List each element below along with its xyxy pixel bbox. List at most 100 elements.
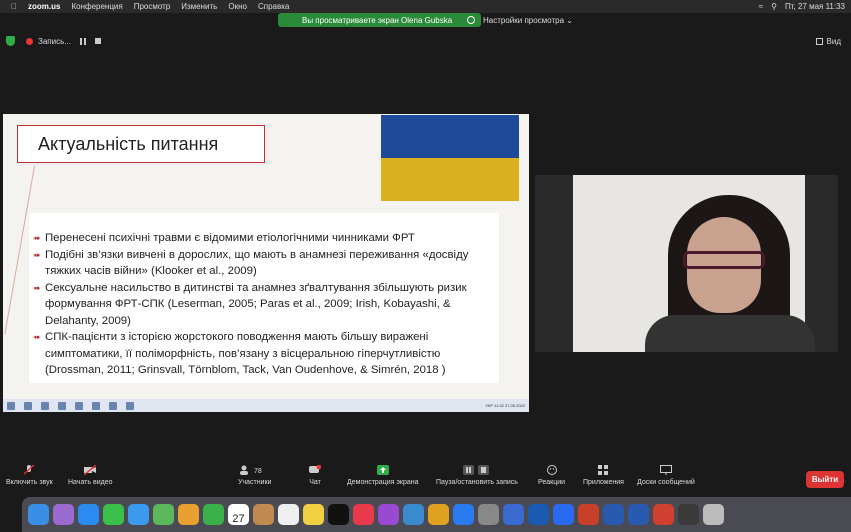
view-button[interactable]: Вид [815, 37, 841, 46]
photos-icon[interactable] [178, 504, 199, 525]
view-settings-dropdown[interactable]: Настройки просмотра ⌄ [483, 14, 573, 26]
unmute-label: Включить звук [6, 479, 53, 486]
numbers-icon[interactable] [403, 504, 424, 525]
bullet-item: Сексуальне насильство в дитинстві та ана… [33, 280, 495, 330]
flag-yellow-stripe [381, 158, 519, 201]
wifi-icon[interactable]: ≈ [759, 2, 763, 11]
menu-window[interactable]: Окно [228, 2, 247, 11]
search-icon[interactable]: ⚲ [771, 2, 777, 11]
view-settings-label: Настройки просмотра [483, 15, 565, 25]
pause-stop-label: Пауза/остановить запись [436, 479, 518, 486]
powerpoint-icon[interactable] [578, 504, 599, 525]
menubar-status-area: ≈ ⚲ Пт, 27 мая 11:33 [759, 0, 845, 13]
menu-edit[interactable]: Изменить [181, 2, 217, 11]
ukraine-flag-image [381, 115, 519, 201]
recording-label: Запись... [38, 37, 71, 46]
app-icon[interactable] [653, 504, 674, 525]
meeting-controls: Включить звук Начать видео 78 Участники … [0, 464, 851, 495]
participants-icon: 78 [239, 465, 271, 475]
start-video-button[interactable]: Начать видео [68, 464, 113, 486]
settings-icon[interactable] [478, 504, 499, 525]
mac-menubar:  zoom.us Конференция Просмотр Изменить … [0, 0, 851, 13]
menu-app-name[interactable]: zoom.us [28, 2, 60, 11]
trash-icon[interactable] [703, 504, 724, 525]
whiteboards-label: Доски сообщений [637, 479, 695, 486]
share-status-icon [467, 16, 475, 24]
menubar-datetime[interactable]: Пт, 27 мая 11:33 [785, 2, 845, 11]
taskbar-app-icon [75, 401, 83, 410]
participants-label: Участники [238, 479, 272, 486]
screen-share-banner: Вы просматриваете экран Olena Gubska [278, 13, 481, 27]
stop-recording-icon[interactable] [95, 38, 101, 44]
podcasts-icon[interactable] [378, 504, 399, 525]
mac-dock: 27 [22, 497, 851, 532]
participants-count: 78 [254, 468, 262, 475]
pages-icon[interactable] [428, 504, 449, 525]
share-screen-button[interactable]: Демонстрация экрана [347, 465, 419, 486]
flag-blue-stripe [381, 115, 519, 158]
apps-button[interactable]: Приложения [583, 465, 624, 486]
leave-label: Выйти [811, 475, 839, 484]
finder-icon[interactable] [28, 504, 49, 525]
notes-icon[interactable] [303, 504, 324, 525]
slide-title: Актуальність питання [17, 125, 265, 163]
taskbar-app-icon [58, 401, 66, 410]
microphone-muted-icon [23, 464, 35, 475]
video-person-body [645, 315, 815, 352]
reminders-icon[interactable] [278, 504, 299, 525]
word-icon[interactable] [603, 504, 624, 525]
app-icon[interactable] [678, 504, 699, 525]
participants-button[interactable]: 78 Участники [238, 465, 271, 486]
appstore-icon[interactable] [453, 504, 474, 525]
windows-start-icon [7, 401, 15, 410]
taskbar-tray: УКР 11:32 27.05.2022 [485, 403, 525, 408]
chat-button[interactable]: Чат [309, 464, 322, 486]
outlook-icon[interactable] [628, 504, 649, 525]
unmute-button[interactable]: Включить звук [6, 464, 53, 486]
contacts-icon[interactable] [253, 504, 274, 525]
pause-recording-icon[interactable] [80, 38, 86, 45]
whiteboard-icon [659, 465, 672, 475]
recording-icon [26, 38, 33, 45]
bullet-item: Перенесені психічні травми є відомими ет… [33, 230, 495, 247]
preview-icon[interactable] [503, 504, 524, 525]
shared-screen: Актуальність питання Перенесені психічні… [3, 114, 529, 400]
launchpad-icon[interactable] [53, 504, 74, 525]
share-banner-text: Вы просматриваете экран Olena Gubska [302, 15, 453, 25]
security-shield-icon[interactable] [6, 36, 15, 46]
bullet-item: СПК-пацієнти з історією жорстокого повод… [33, 329, 495, 379]
whiteboards-button[interactable]: Доски сообщений [637, 465, 695, 486]
apps-icon [597, 465, 609, 475]
taskbar-app-icon [41, 401, 49, 410]
remote-desktop-icon[interactable] [528, 504, 549, 525]
menu-conference[interactable]: Конференция [71, 2, 122, 11]
taskbar-app-icon [92, 401, 100, 410]
taskbar-app-icon [24, 401, 32, 410]
view-label: Вид [826, 37, 841, 46]
safari-icon[interactable] [78, 504, 99, 525]
start-video-label: Начать видео [68, 479, 113, 486]
pause-stop-icon [462, 465, 491, 475]
reactions-button[interactable]: Реакции [538, 465, 565, 486]
messages-icon[interactable] [103, 504, 124, 525]
maps-icon[interactable] [153, 504, 174, 525]
pause-stop-recording-button[interactable]: Пауза/остановить запись [436, 465, 518, 486]
leave-meeting-button[interactable]: Выйти [806, 471, 844, 488]
facetime-icon[interactable] [203, 504, 224, 525]
chevron-down-icon: ⌄ [564, 15, 573, 25]
share-screen-label: Демонстрация экрана [347, 479, 419, 486]
appletv-icon[interactable] [328, 504, 349, 525]
bullet-item: Подібні зв’язки вивчені в дорослих, що м… [33, 247, 495, 280]
calendar-day: 27 [232, 513, 245, 525]
music-icon[interactable] [353, 504, 374, 525]
taskbar-time: 11:32 [494, 403, 504, 408]
zoom-icon[interactable] [553, 504, 574, 525]
menu-view[interactable]: Просмотр [134, 2, 171, 11]
mail-icon[interactable] [128, 504, 149, 525]
menu-help[interactable]: Справка [258, 2, 289, 11]
chat-label: Чат [309, 479, 321, 486]
taskbar-lang: УКР [485, 403, 493, 408]
apple-icon[interactable]:  [11, 2, 17, 11]
participant-video[interactable] [535, 175, 838, 352]
calendar-icon[interactable]: 27 [228, 504, 249, 525]
